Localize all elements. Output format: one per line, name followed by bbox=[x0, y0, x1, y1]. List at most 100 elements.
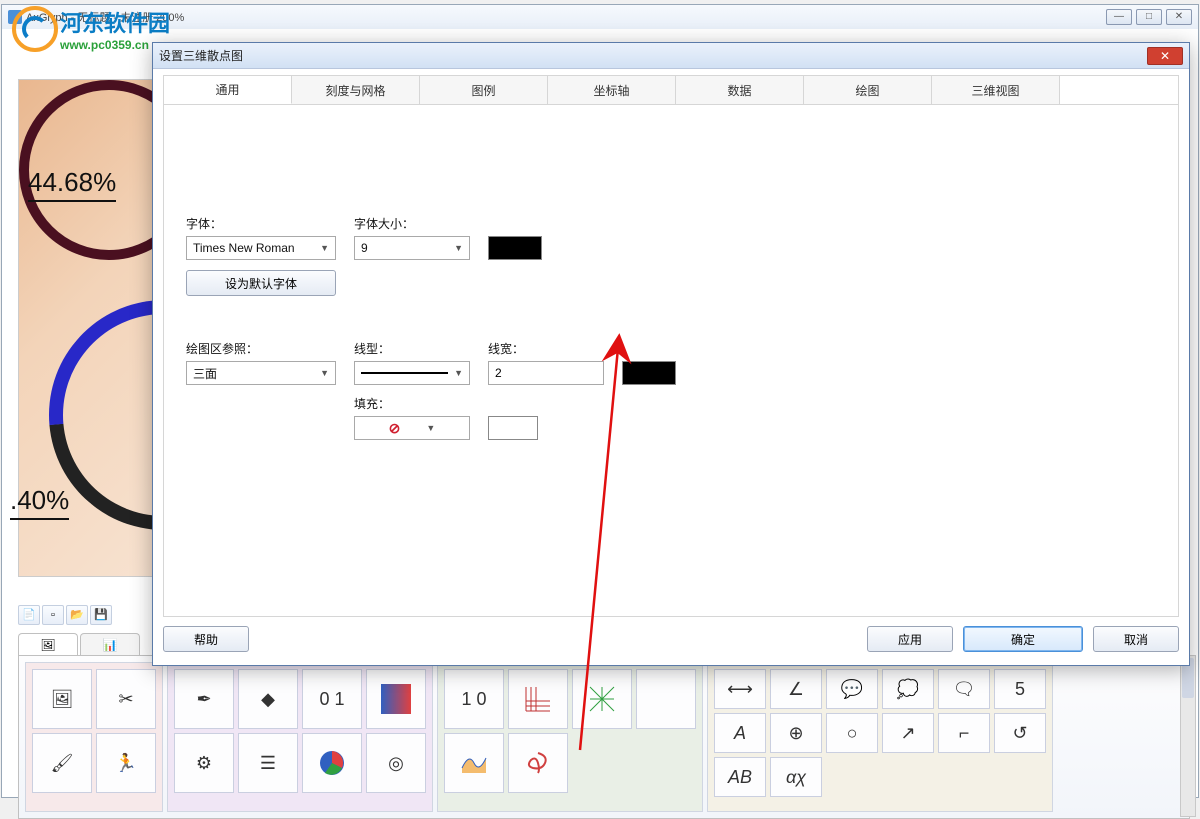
scissors-tool[interactable]: ✂ bbox=[96, 669, 156, 729]
blank-tool[interactable] bbox=[636, 669, 696, 729]
image-tool[interactable]: 🖼 bbox=[32, 669, 92, 729]
paint-tool[interactable]: 🖌 bbox=[32, 733, 92, 793]
app-title: AxGlyph - 无标题 - 未注册 200% bbox=[26, 9, 184, 25]
tab-legend[interactable]: 图例 bbox=[420, 76, 548, 104]
palette-group-2: ✒ ◆ 0 1 ⚙ ☰ ◎ bbox=[167, 662, 433, 812]
angle-icon[interactable]: ∠ bbox=[770, 669, 822, 709]
apply-button[interactable]: 应用 bbox=[867, 626, 953, 652]
run-tool[interactable]: 🏃 bbox=[96, 733, 156, 793]
line-type-select[interactable]: ▼ bbox=[354, 361, 470, 385]
chevron-down-icon: ▼ bbox=[454, 243, 463, 253]
percent-label-2: .40% bbox=[10, 485, 69, 520]
dialog-footer: 帮助 应用 确定 取消 bbox=[163, 623, 1179, 655]
spiral-tool[interactable] bbox=[508, 733, 568, 793]
dialog-body: 通用 刻度与网格 图例 坐标轴 数据 绘图 三维视图 字体： Times New… bbox=[163, 75, 1179, 617]
fill-color-swatch[interactable] bbox=[488, 416, 538, 440]
callout2-icon[interactable]: 💭 bbox=[882, 669, 934, 709]
ab-icon[interactable]: AB bbox=[714, 757, 766, 797]
help-button[interactable]: 帮助 bbox=[163, 626, 249, 652]
line-width-input[interactable] bbox=[488, 361, 604, 385]
palette-tab-icon: 🖼 bbox=[40, 638, 55, 652]
alpha-icon[interactable]: αχ bbox=[770, 757, 822, 797]
dialog-title: 设置三维散点图 bbox=[159, 47, 243, 64]
chevron-down-icon: ▼ bbox=[320, 368, 329, 378]
tab-axis[interactable]: 坐标轴 bbox=[548, 76, 676, 104]
arrow-diag-icon[interactable]: ↗ bbox=[882, 713, 934, 753]
font-label: 字体： bbox=[186, 215, 336, 232]
tab-grid[interactable]: 刻度与网格 bbox=[292, 76, 420, 104]
font-size-value: 9 bbox=[361, 241, 368, 255]
grid2-tool[interactable] bbox=[572, 669, 632, 729]
plot-ref-label: 绘图区参照： bbox=[186, 340, 336, 357]
settings-dialog: 设置三维散点图 ✕ 通用 刻度与网格 图例 坐标轴 数据 绘图 三维视图 字体：… bbox=[152, 42, 1190, 666]
surface-tool[interactable] bbox=[444, 733, 504, 793]
plot-ref-select[interactable]: 三面 ▼ bbox=[186, 361, 336, 385]
fill-select[interactable]: ⊘ ▼ bbox=[354, 416, 470, 440]
tab-data[interactable]: 数据 bbox=[676, 76, 804, 104]
line-width-label: 线宽： bbox=[488, 340, 604, 357]
chevron-down-icon: ▼ bbox=[426, 423, 435, 433]
font-size-label: 字体大小： bbox=[354, 215, 470, 232]
callout1-icon[interactable]: 💬 bbox=[826, 669, 878, 709]
palette-group-3: 1 0 bbox=[437, 662, 703, 812]
font-size-select[interactable]: 9 ▼ bbox=[354, 236, 470, 260]
save-button[interactable]: 💾 bbox=[90, 605, 112, 625]
callout3-icon[interactable]: 🗨 bbox=[938, 669, 990, 709]
ok-button[interactable]: 确定 bbox=[963, 626, 1083, 652]
circle-icon[interactable]: ○ bbox=[826, 713, 878, 753]
list-tool[interactable]: ☰ bbox=[238, 733, 298, 793]
tab-3dview[interactable]: 三维视图 bbox=[932, 76, 1060, 104]
dialog-close-button[interactable]: ✕ bbox=[1147, 47, 1183, 65]
page-button[interactable]: ▫ bbox=[42, 605, 64, 625]
shape-tool[interactable]: ◆ bbox=[238, 669, 298, 729]
palette-group-4: ⟷ ∠ 💬 💭 🗨 5 A ⊕ ○ ↗ ⌐ ↺ AB αχ bbox=[707, 662, 1053, 812]
palette-tab-icon2: 📊 bbox=[103, 638, 118, 652]
plot-ref-value: 三面 bbox=[193, 365, 217, 382]
no-fill-icon: ⊘ bbox=[389, 420, 401, 437]
font-select[interactable]: Times New Roman ▼ bbox=[186, 236, 336, 260]
cancel-button[interactable]: 取消 bbox=[1093, 626, 1179, 652]
close-button[interactable]: ✕ bbox=[1166, 9, 1192, 25]
palette-tabs: 🖼 📊 bbox=[18, 633, 142, 655]
app-icon bbox=[8, 10, 22, 24]
corner-icon[interactable]: ⌐ bbox=[938, 713, 990, 753]
font-color-swatch[interactable] bbox=[488, 236, 542, 260]
percent-label-1: 44.68% bbox=[28, 167, 116, 202]
tensor-tool[interactable]: 1 0 bbox=[444, 669, 504, 729]
pie-tool[interactable] bbox=[302, 733, 362, 793]
radar-tool[interactable]: ◎ bbox=[366, 733, 426, 793]
fill-label: 填充： bbox=[354, 395, 470, 412]
letter-icon[interactable]: A bbox=[714, 713, 766, 753]
pen-tool[interactable]: ✒ bbox=[174, 669, 234, 729]
gear-tool[interactable]: ⚙ bbox=[174, 733, 234, 793]
palette-tab-2[interactable]: 📊 bbox=[80, 633, 140, 655]
font-value: Times New Roman bbox=[193, 241, 295, 255]
new-doc-button[interactable]: 📄 bbox=[18, 605, 40, 625]
palette-tab-1[interactable]: 🖼 bbox=[18, 633, 78, 655]
line-type-label: 线型： bbox=[354, 340, 470, 357]
gradient-tool[interactable] bbox=[366, 669, 426, 729]
set-default-font-button[interactable]: 设为默认字体 bbox=[186, 270, 336, 296]
main-titlebar: AxGlyph - 无标题 - 未注册 200% — □ ✕ bbox=[2, 5, 1198, 29]
document-toolbar: 📄 ▫ 📂 💾 bbox=[18, 603, 158, 627]
chevron-down-icon: ▼ bbox=[320, 243, 329, 253]
general-form: 字体： Times New Roman ▼ 字体大小： 9 ▼ 设为默认字体 bbox=[164, 105, 1178, 440]
dialog-tabs: 通用 刻度与网格 图例 坐标轴 数据 绘图 三维视图 bbox=[164, 76, 1178, 105]
num-icon[interactable]: 5 bbox=[994, 669, 1046, 709]
center-icon[interactable]: ⊕ bbox=[770, 713, 822, 753]
palette-group-1: 🖼 ✂ 🖌 🏃 bbox=[25, 662, 163, 812]
dim-h-icon[interactable]: ⟷ bbox=[714, 669, 766, 709]
matrix-tool[interactable]: 0 1 bbox=[302, 669, 362, 729]
dialog-titlebar: 设置三维散点图 ✕ bbox=[153, 43, 1189, 69]
line-color-swatch[interactable] bbox=[622, 361, 676, 385]
tab-plot[interactable]: 绘图 bbox=[804, 76, 932, 104]
minimize-button[interactable]: — bbox=[1106, 9, 1132, 25]
open-button[interactable]: 📂 bbox=[66, 605, 88, 625]
palette-scrollbar[interactable] bbox=[1180, 655, 1196, 817]
tool-palette: 🖼 ✂ 🖌 🏃 ✒ ◆ 0 1 ⚙ ☰ ◎ 1 0 bbox=[18, 655, 1190, 819]
grid-tool[interactable] bbox=[508, 669, 568, 729]
rotate-icon[interactable]: ↺ bbox=[994, 713, 1046, 753]
tab-general[interactable]: 通用 bbox=[164, 76, 292, 104]
maximize-button[interactable]: □ bbox=[1136, 9, 1162, 25]
line-sample bbox=[361, 372, 448, 374]
